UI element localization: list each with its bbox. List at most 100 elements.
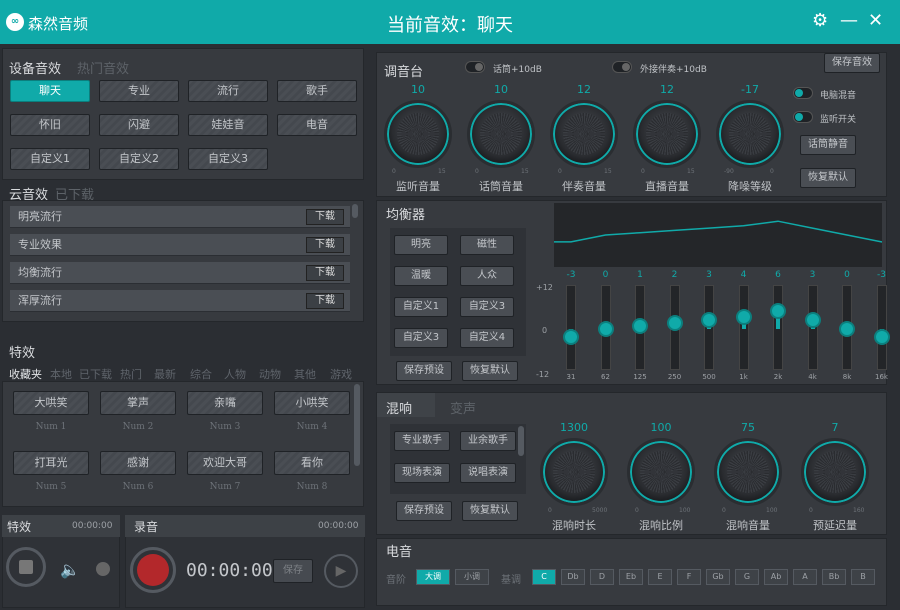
- device-effect-button[interactable]: 娃娃音: [188, 114, 268, 136]
- key-button[interactable]: B: [851, 569, 875, 585]
- eq-band-slider[interactable]: [563, 285, 579, 370]
- key-button[interactable]: G: [735, 569, 759, 585]
- eq-band-thumb[interactable]: [839, 320, 855, 337]
- mic-mute-button[interactable]: 话筒静音: [800, 135, 856, 155]
- reverb-knob[interactable]: [540, 438, 608, 506]
- eq-band-slider[interactable]: [666, 285, 683, 370]
- tab-device-effects[interactable]: 设备音效: [9, 58, 61, 77]
- device-effect-button[interactable]: 自定义2: [99, 148, 179, 170]
- minor-button[interactable]: 小调: [455, 569, 489, 585]
- sound-effect-button[interactable]: 打耳光: [13, 451, 89, 475]
- device-effect-button[interactable]: 闪避: [99, 114, 179, 136]
- effect-tag[interactable]: 其他: [294, 366, 316, 382]
- effect-tag[interactable]: 动物: [259, 366, 281, 382]
- reverb-preset-button[interactable]: 现场表演: [394, 463, 450, 483]
- reverb-preset-button[interactable]: 说唱表演: [460, 463, 516, 483]
- effect-tag[interactable]: 最新: [154, 366, 176, 382]
- eq-band-slider[interactable]: [804, 285, 821, 370]
- download-button[interactable]: 下载: [306, 265, 344, 281]
- eq-band-slider[interactable]: [839, 285, 855, 370]
- device-effect-button[interactable]: 电音: [277, 114, 357, 136]
- reverb-presets-scrollbar[interactable]: [518, 426, 524, 456]
- eq-band-thumb[interactable]: [873, 329, 890, 346]
- reverb-preset-button[interactable]: 专业歌手: [394, 431, 450, 451]
- eq-reset-button[interactable]: 恢复默认: [462, 361, 518, 381]
- eq-band-thumb[interactable]: [701, 311, 717, 328]
- eq-band-slider[interactable]: [632, 285, 648, 370]
- key-button[interactable]: Gb: [706, 569, 730, 585]
- eq-preset-button[interactable]: 明亮: [394, 235, 448, 255]
- cloud-effect-row[interactable]: 浑厚流行 下载: [10, 290, 350, 312]
- key-button[interactable]: E: [648, 569, 672, 585]
- key-button[interactable]: F: [677, 569, 701, 585]
- device-effect-button[interactable]: 流行: [188, 80, 268, 102]
- major-button[interactable]: 大调: [416, 569, 450, 585]
- effect-tag[interactable]: 已下载: [79, 366, 112, 382]
- record-save-button[interactable]: 保存: [273, 559, 313, 583]
- mic-boost-toggle[interactable]: [465, 61, 485, 73]
- eq-preset-button[interactable]: 自定义3: [460, 297, 514, 317]
- device-effect-button[interactable]: 歌手: [277, 80, 357, 102]
- effects-scrollbar[interactable]: [354, 384, 360, 466]
- cloud-scrollbar[interactable]: [352, 204, 358, 218]
- device-effect-button[interactable]: 专业: [99, 80, 179, 102]
- eq-band-slider[interactable]: [597, 285, 614, 370]
- cloud-effect-row[interactable]: 专业效果 下载: [10, 234, 350, 256]
- reverb-knob[interactable]: [714, 438, 782, 506]
- device-effect-button[interactable]: 怀旧: [10, 114, 90, 136]
- sound-effect-button[interactable]: 亲嘴: [187, 391, 263, 415]
- mixer-knob[interactable]: [467, 100, 535, 168]
- eq-band-slider[interactable]: [873, 285, 890, 370]
- pc-mix-toggle[interactable]: [793, 87, 813, 99]
- volume-icon[interactable]: 🔈: [60, 560, 80, 579]
- effect-tag[interactable]: 人物: [224, 366, 246, 382]
- close-icon[interactable]: ✕: [868, 10, 883, 31]
- cloud-effect-row[interactable]: 均衡流行 下载: [10, 262, 350, 284]
- tab-voice-change[interactable]: 变声: [450, 398, 476, 417]
- sound-effect-button[interactable]: 看你: [274, 451, 350, 475]
- record-button[interactable]: [130, 547, 176, 593]
- eq-preset-button[interactable]: 人众: [460, 266, 514, 286]
- sound-effect-button[interactable]: 小哄笑: [274, 391, 350, 415]
- mixer-knob[interactable]: [716, 100, 784, 168]
- cloud-effect-row[interactable]: 明亮流行 下载: [10, 206, 350, 228]
- eq-preset-button[interactable]: 自定义3: [394, 328, 448, 348]
- eq-band-slider[interactable]: [735, 285, 752, 370]
- effect-tag[interactable]: 热门: [120, 366, 142, 382]
- eq-band-thumb[interactable]: [563, 329, 579, 346]
- key-button[interactable]: Bb: [822, 569, 846, 585]
- mixer-reset-button[interactable]: 恢复默认: [800, 168, 856, 188]
- reverb-knob[interactable]: [801, 438, 869, 506]
- download-button[interactable]: 下载: [306, 293, 344, 309]
- device-effect-button[interactable]: 聊天: [10, 80, 90, 102]
- eq-preset-button[interactable]: 磁性: [460, 235, 514, 255]
- eq-band-thumb[interactable]: [597, 320, 614, 337]
- reverb-save-preset-button[interactable]: 保存预设: [396, 501, 452, 521]
- sound-effect-button[interactable]: 欢迎大哥: [187, 451, 263, 475]
- key-button[interactable]: D: [590, 569, 614, 585]
- effect-tag[interactable]: 综合: [190, 366, 212, 382]
- effect-tag[interactable]: 本地: [50, 366, 72, 382]
- mixer-knob[interactable]: [384, 100, 452, 168]
- key-button[interactable]: Ab: [764, 569, 788, 585]
- minimize-icon[interactable]: —: [840, 10, 858, 31]
- eq-preset-button[interactable]: 自定义4: [460, 328, 514, 348]
- download-button[interactable]: 下载: [306, 237, 344, 253]
- mixer-knob[interactable]: [633, 100, 701, 168]
- eq-save-preset-button[interactable]: 保存预设: [396, 361, 452, 381]
- sound-effect-button[interactable]: 掌声: [100, 391, 176, 415]
- eq-band-thumb[interactable]: [804, 311, 821, 328]
- eq-band-thumb[interactable]: [666, 314, 683, 331]
- device-effect-button[interactable]: 自定义1: [10, 148, 90, 170]
- eq-preset-button[interactable]: 自定义1: [394, 297, 448, 317]
- key-button[interactable]: A: [793, 569, 817, 585]
- tab-reverb[interactable]: 混响: [386, 398, 412, 417]
- sound-effect-button[interactable]: 大哄笑: [13, 391, 89, 415]
- effect-tag[interactable]: 游戏: [330, 366, 352, 382]
- reverb-knob[interactable]: [627, 438, 695, 506]
- device-effect-button[interactable]: 自定义3: [188, 148, 268, 170]
- save-effect-button[interactable]: 保存音效: [824, 53, 880, 73]
- tab-hot-effects[interactable]: 热门音效: [77, 58, 129, 77]
- accomp-boost-toggle[interactable]: [612, 61, 632, 73]
- download-button[interactable]: 下载: [306, 209, 344, 225]
